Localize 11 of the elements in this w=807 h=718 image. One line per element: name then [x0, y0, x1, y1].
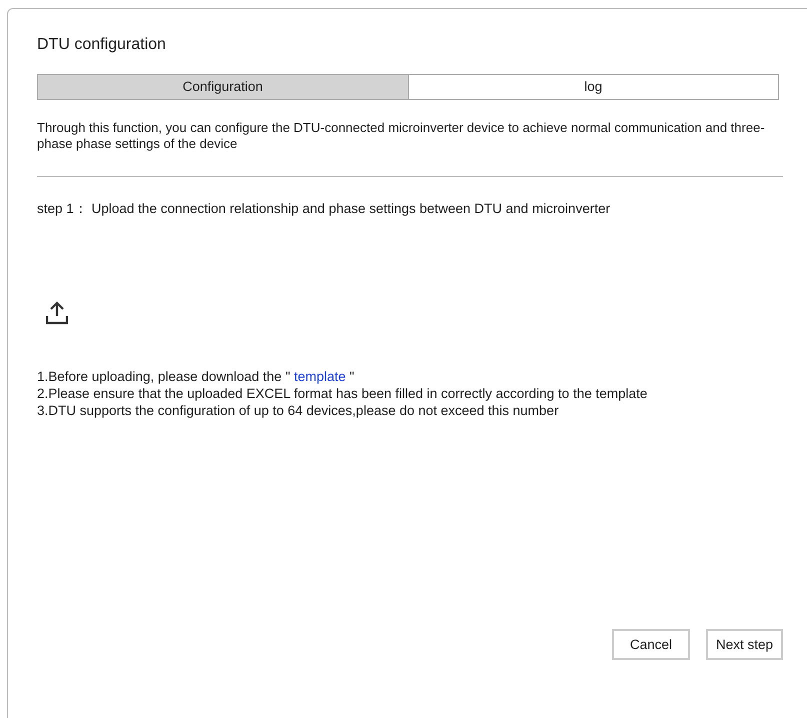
instruction-text: 3.DTU supports the configuration of up to 64 devices,please do not exceed this number	[37, 402, 560, 420]
tab[interactable]: Configuration	[38, 75, 408, 99]
template-link[interactable]: template	[294, 369, 346, 384]
instruction-text: 2.Please ensure that the uploaded EXCEL format has been filled in correctly according to the template	[37, 385, 648, 402]
instruction-text: 1.Before uploading, please download the " template "	[37, 368, 356, 386]
step-text: step 1： Upload the connection relationship and phase settings between DTU and microinverter	[37, 200, 612, 218]
dialog-title: DTU configuration	[37, 35, 167, 55]
cancel-button[interactable]: Cancel	[612, 629, 690, 660]
description-text: Through this function, you can configure the DTU-connected microinverter device to achieve normal communication and three-phase phase settings of the device	[37, 120, 766, 152]
next-step-button[interactable]: Next step	[706, 629, 783, 660]
upload-icon	[46, 301, 68, 326]
